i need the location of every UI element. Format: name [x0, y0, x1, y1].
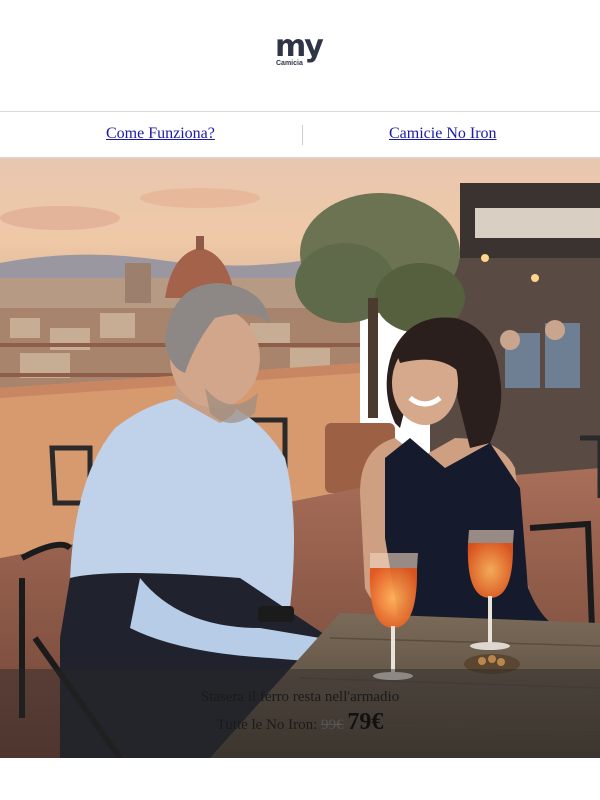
price-line[interactable]: Tutte le No Iron: 99€ 79€ — [0, 709, 600, 736]
hero-illustration — [0, 158, 600, 758]
hero-image[interactable] — [0, 158, 600, 758]
logo-my-text: my — [275, 29, 324, 64]
logo-sub-text: Camicia — [276, 60, 303, 67]
nav-link-come-funziona[interactable]: Come Funziona? — [106, 125, 215, 143]
price-prefix: Tutte le No Iron: — [216, 717, 318, 733]
hero-caption: Stasera il ferro resta nell'armadio — [200, 689, 400, 705]
nav-divider — [302, 125, 303, 145]
email-header: my Camicia — [0, 0, 600, 111]
old-price: 99€ — [321, 717, 344, 733]
top-navigation: Come Funziona? Camicie No Iron — [0, 111, 600, 158]
nav-link-camicie-no-iron[interactable]: Camicie No Iron — [389, 125, 497, 143]
brand-logo[interactable]: my Camicia — [270, 30, 330, 72]
new-price: 79€ — [347, 709, 384, 735]
